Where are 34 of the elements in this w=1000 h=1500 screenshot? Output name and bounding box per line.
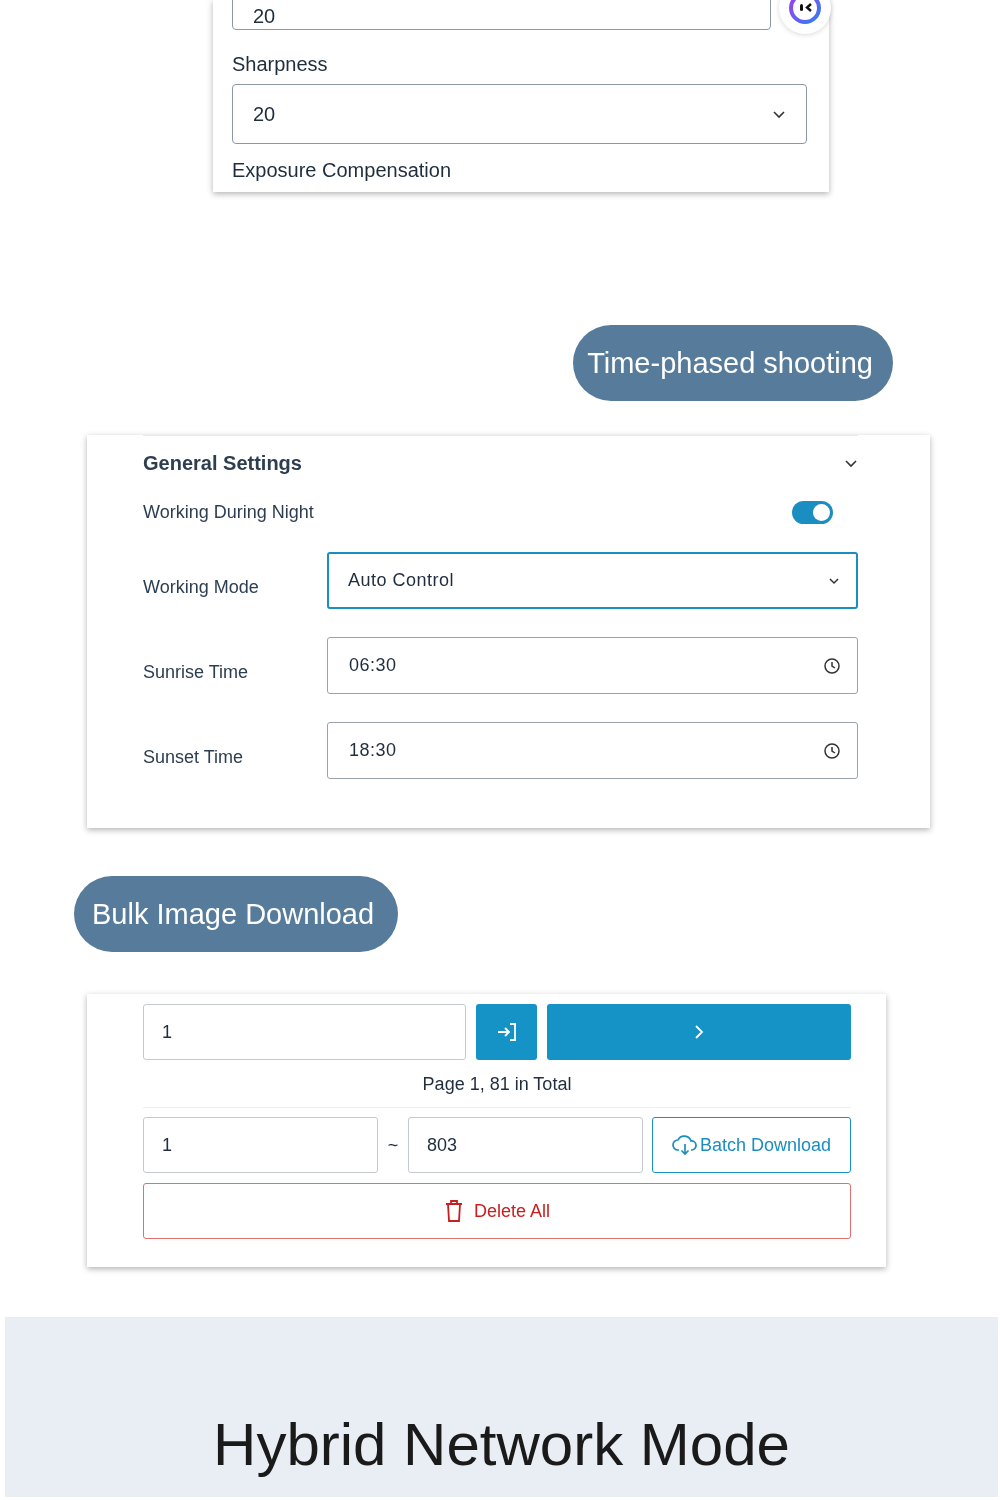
toggle-switch[interactable] [792, 501, 833, 524]
input-field[interactable]: 20 [232, 0, 771, 30]
page-info: Page 1, 81 in Total [143, 1074, 851, 1108]
time-field[interactable]: 18:30 [327, 722, 858, 779]
setting-label: Sunrise Time [143, 661, 250, 683]
chevron-down-icon [828, 576, 840, 585]
enter-icon [495, 1022, 518, 1042]
time-field[interactable]: 06:30 [327, 637, 858, 694]
field-label: Exposure Compensation [232, 158, 452, 182]
delete-all-button[interactable]: Delete All [143, 1183, 851, 1239]
chevron-down-icon [772, 109, 786, 119]
section-title: General Settings [143, 452, 302, 475]
field-label: Sharpness [232, 52, 329, 76]
range-separator: ~ [387, 1134, 399, 1156]
assistant-icon [788, 0, 822, 25]
chevron-icon[interactable] [844, 459, 858, 468]
cloud-download-icon [671, 1134, 698, 1156]
section-heading: Time-phased shooting [573, 325, 893, 401]
go-button[interactable] [476, 1004, 537, 1060]
chevron-right-icon [694, 1024, 704, 1040]
select-field[interactable]: Auto Control [327, 552, 858, 609]
clock-icon [823, 741, 841, 760]
range-start-input[interactable]: 1 [143, 1117, 378, 1173]
clock-icon [823, 656, 841, 675]
trash-icon [443, 1199, 464, 1223]
batch-download-button[interactable]: Batch Download [652, 1117, 851, 1173]
page-input[interactable]: 1 [143, 1004, 466, 1060]
setting-label: Working Mode [143, 576, 260, 598]
select-field[interactable]: 20 [232, 84, 807, 144]
setting-label: Working During Night [143, 502, 314, 523]
range-end-input[interactable]: 803 [408, 1117, 643, 1173]
setting-label: Sunset Time [143, 746, 245, 768]
banner-title: Hybrid Network Mode [213, 1410, 790, 1479]
section-heading: Bulk Image Download [74, 876, 399, 952]
